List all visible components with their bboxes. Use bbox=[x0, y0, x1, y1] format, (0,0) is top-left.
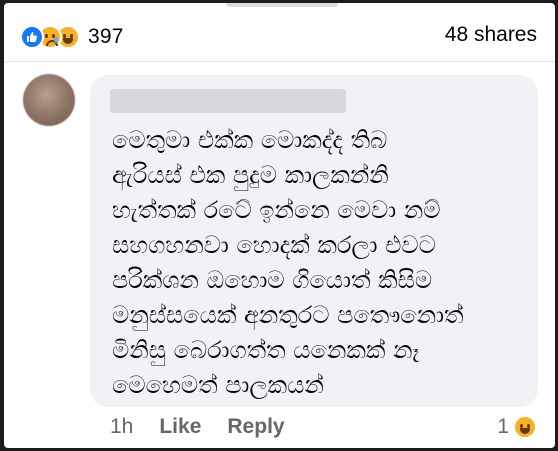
haha-icon bbox=[513, 415, 537, 439]
comment-reactions[interactable]: 1 bbox=[497, 415, 537, 439]
comment-line: මෙතුමා එක්ක මොකද්ද තිබ bbox=[112, 126, 388, 154]
comment-actions: 1h Like Reply bbox=[110, 415, 285, 439]
comment-reaction-count: 1 bbox=[497, 415, 509, 438]
comment-line: මිනිසු බෙරාගත්ත යනෙකක් නෑ bbox=[112, 336, 420, 364]
post-reactions[interactable]: 397 bbox=[20, 23, 124, 51]
comment-line: ඇරියස් එක පුදුම කාලකන්නි bbox=[112, 161, 389, 189]
avatar[interactable] bbox=[23, 74, 75, 126]
comment-line: පරික්ශන ඔහොම ගියොත් කිසිම bbox=[112, 266, 433, 294]
author-name-redacted[interactable] bbox=[110, 89, 346, 113]
comment-text: මෙතුමා එක්ක මොකද්ද තිබ ඇරියස් එක පුදුම ක… bbox=[112, 123, 520, 403]
comment-line: මෙහෙමත් පාලකයන් bbox=[112, 371, 324, 399]
drag-handle bbox=[226, 3, 338, 7]
comment-line: හැත්තක් රටේ ඉන්නෙ මෙවා නම් bbox=[112, 196, 441, 224]
divider bbox=[4, 61, 555, 62]
comment-bubble: මෙතුමා එක්ක මොකද්ද තිබ ඇරියස් එක පුදුම ක… bbox=[90, 75, 538, 407]
comment-timestamp[interactable]: 1h bbox=[110, 415, 133, 439]
reply-button[interactable]: Reply bbox=[227, 415, 284, 439]
comment-card: 397 48 shares මෙතුමා එක්ක මොකද්ද තිබ ඇරි… bbox=[4, 3, 555, 448]
like-icon bbox=[20, 25, 44, 49]
like-button[interactable]: Like bbox=[159, 415, 201, 439]
comment-line: මනුස්සයෙක් අනතුරට පතෞනොත් bbox=[112, 301, 464, 329]
shares-count[interactable]: 48 shares bbox=[445, 23, 537, 47]
comment-line: සහගහනවා හොදක් කරලා එවට bbox=[112, 231, 436, 259]
reaction-count[interactable]: 397 bbox=[88, 25, 124, 49]
